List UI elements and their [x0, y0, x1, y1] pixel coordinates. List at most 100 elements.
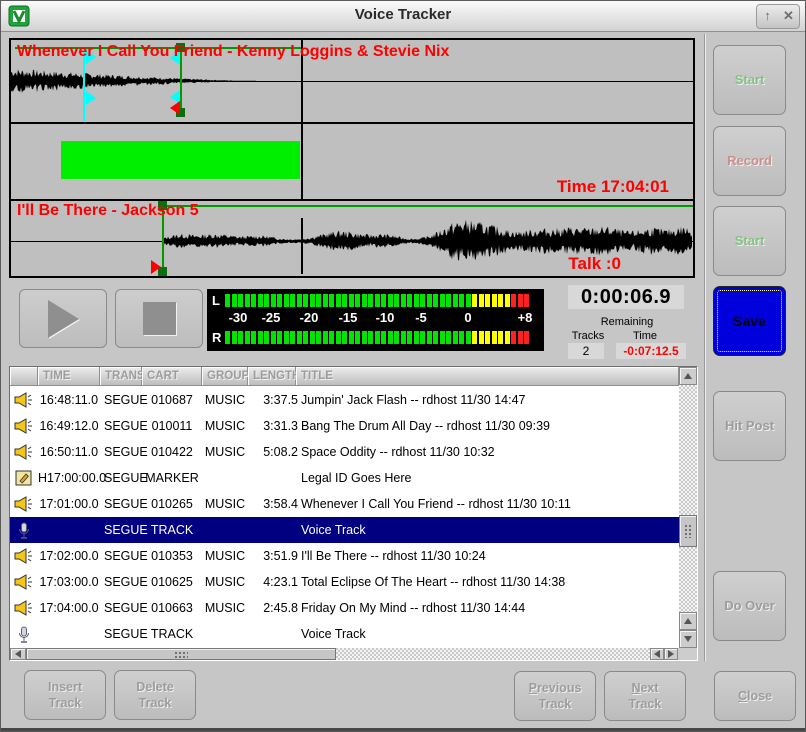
window-controls: ↑ ✕ — [756, 4, 800, 29]
cell-time: 17:02:00.0 — [38, 543, 100, 569]
table-row[interactable]: 16:49:12.0SEGUE010011MUSIC3:31.3Bang The… — [10, 413, 679, 439]
segue-marker-line[interactable] — [83, 51, 85, 121]
cell-trans: SEGUE — [104, 621, 146, 647]
scroll-left-button[interactable] — [10, 648, 26, 660]
meter-segment-green — [277, 294, 282, 307]
cell-length: 3:51.9 — [248, 543, 298, 569]
table-row[interactable]: 17:02:00.0SEGUE010353MUSIC3:51.9I'll Be … — [10, 543, 679, 569]
cell-title: Bang The Drum All Day -- rdhost 11/30 09… — [301, 413, 676, 439]
meter-segment-green — [316, 331, 321, 344]
cell-group: MUSIC — [202, 595, 248, 621]
meter-segment-green — [355, 294, 360, 307]
meter-segment-red — [511, 331, 516, 344]
meter-segment-green — [362, 294, 367, 307]
header-length[interactable]: LENGTH — [248, 367, 296, 386]
table-row[interactable]: 16:50:11.0SEGUE010422MUSIC5:08.2Space Od… — [10, 439, 679, 465]
table-row[interactable]: SEGUETRACKVoice Track — [10, 621, 679, 647]
track1-title: Whenever I Call You Friend - Kenny Loggi… — [17, 43, 449, 61]
previous-track-button[interactable]: Previous Track — [514, 671, 596, 721]
tracker-waveform-panel: Whenever I Call You Friend - Kenny Loggi… — [9, 38, 695, 278]
cell-cart: 010265 — [142, 491, 202, 517]
track2-strip: I'll Be There - Jackson 5 Talk :0 — [11, 201, 693, 276]
track2-title: I'll Be There - Jackson 5 — [17, 202, 199, 220]
delete-track-button[interactable]: DeleteTrack — [114, 670, 196, 720]
horizontal-scrollbar-thumb[interactable] — [26, 648, 336, 660]
header-title[interactable]: TITLE — [296, 367, 679, 386]
scroll-up-button-2[interactable] — [679, 612, 697, 630]
meter-segment-green — [264, 331, 269, 344]
header-cart[interactable]: CART — [142, 367, 202, 386]
meter-segment-green — [414, 331, 419, 344]
meter-segment-green — [232, 331, 237, 344]
meter-segment-yellow — [485, 331, 490, 344]
meter-segment-green — [466, 331, 471, 344]
cell-trans: SEGUE — [104, 517, 146, 543]
start-track2-button[interactable]: Start — [713, 206, 786, 276]
cell-cart: 010422 — [142, 439, 202, 465]
voice-track-region[interactable] — [61, 141, 300, 179]
table-row[interactable]: SEGUETRACKVoice Track — [10, 517, 679, 543]
table-header: TIME TRANS CART GROUP LENGTH TITLE — [10, 367, 679, 387]
table-row[interactable]: H17:00:00.0SEGUEMARKERLegal ID Goes Here — [10, 465, 679, 491]
shade-button[interactable]: ↑ — [757, 5, 778, 28]
segue-marker-handle-bottom[interactable] — [86, 91, 96, 105]
scroll-right-button[interactable] — [664, 648, 678, 660]
stop-button[interactable] — [115, 289, 203, 348]
close-button[interactable]: Close — [714, 671, 796, 721]
meter-segment-green — [245, 294, 250, 307]
cell-cart: 010663 — [142, 595, 202, 621]
meter-segment-green — [466, 294, 471, 307]
meter-segment-green — [297, 331, 302, 344]
meter-segment-green — [316, 294, 321, 307]
meter-left-label: L — [212, 293, 220, 308]
meter-segment-green — [446, 331, 451, 344]
stop-marker[interactable] — [170, 101, 180, 115]
play-button[interactable] — [19, 289, 107, 348]
scroll-up-button[interactable] — [679, 367, 697, 385]
meter-tick-label: -10 — [376, 310, 395, 325]
meter-segment-green — [251, 294, 256, 307]
meter-segment-green — [368, 294, 373, 307]
meter-segment-green — [446, 294, 451, 307]
do-over-button[interactable]: Do Over — [713, 571, 786, 641]
meter-tick-label: -5 — [415, 310, 427, 325]
header-icon-column[interactable] — [10, 367, 38, 386]
hit-post-button[interactable]: Hit Post — [713, 391, 786, 461]
table-row[interactable]: 17:03:00.0SEGUE010625MUSIC4:23.1Total Ec… — [10, 569, 679, 595]
track2-play-marker[interactable] — [151, 260, 161, 274]
meter-segment-red — [524, 294, 529, 307]
meter-segment-green — [427, 331, 432, 344]
meter-segment-green — [381, 294, 386, 307]
vertical-scrollbar-thumb[interactable] — [679, 515, 697, 547]
meter-segment-green — [375, 331, 380, 344]
cell-cart: 010353 — [142, 543, 202, 569]
cell-cart: TRACK — [142, 621, 202, 647]
table-row[interactable]: 17:04:00.0SEGUE010663MUSIC2:45.8Friday O… — [10, 595, 679, 621]
meter-segment-yellow — [479, 294, 484, 307]
table-row[interactable]: 17:01:00.0SEGUE010265MUSIC3:58.4Whenever… — [10, 491, 679, 517]
meter-segment-yellow — [505, 294, 510, 307]
cell-length: 5:08.2 — [248, 439, 298, 465]
record-button[interactable]: Record — [713, 126, 786, 196]
cell-cart: TRACK — [142, 517, 202, 543]
close-window-button[interactable]: ✕ — [778, 5, 799, 28]
cell-length: 4:23.1 — [248, 569, 298, 595]
save-button[interactable]: Save — [713, 286, 786, 356]
table-row[interactable]: 16:48:11.0SEGUE010687MUSIC3:37.5Jumpin' … — [10, 387, 679, 413]
meter-segment-green — [440, 331, 445, 344]
next-track-button[interactable]: Next Track — [604, 671, 686, 721]
insert-track-button[interactable]: InsertTrack — [24, 670, 106, 720]
meter-tick-label: -20 — [300, 310, 319, 325]
start-track1-button[interactable]: Start — [713, 45, 786, 115]
header-trans[interactable]: TRANS — [100, 367, 142, 386]
cell-title: Legal ID Goes Here — [301, 465, 676, 491]
scroll-down-button[interactable] — [679, 630, 697, 648]
header-time[interactable]: TIME — [38, 367, 100, 386]
meter-segment-green — [238, 294, 243, 307]
meter-segment-green — [407, 331, 412, 344]
meter-tick-label: -15 — [339, 310, 358, 325]
scroll-left-button-2[interactable] — [650, 648, 664, 660]
meter-segment-green — [323, 294, 328, 307]
elapsed-time-display: 0:00:06.9 — [568, 285, 684, 309]
header-group[interactable]: GROUP — [202, 367, 248, 386]
